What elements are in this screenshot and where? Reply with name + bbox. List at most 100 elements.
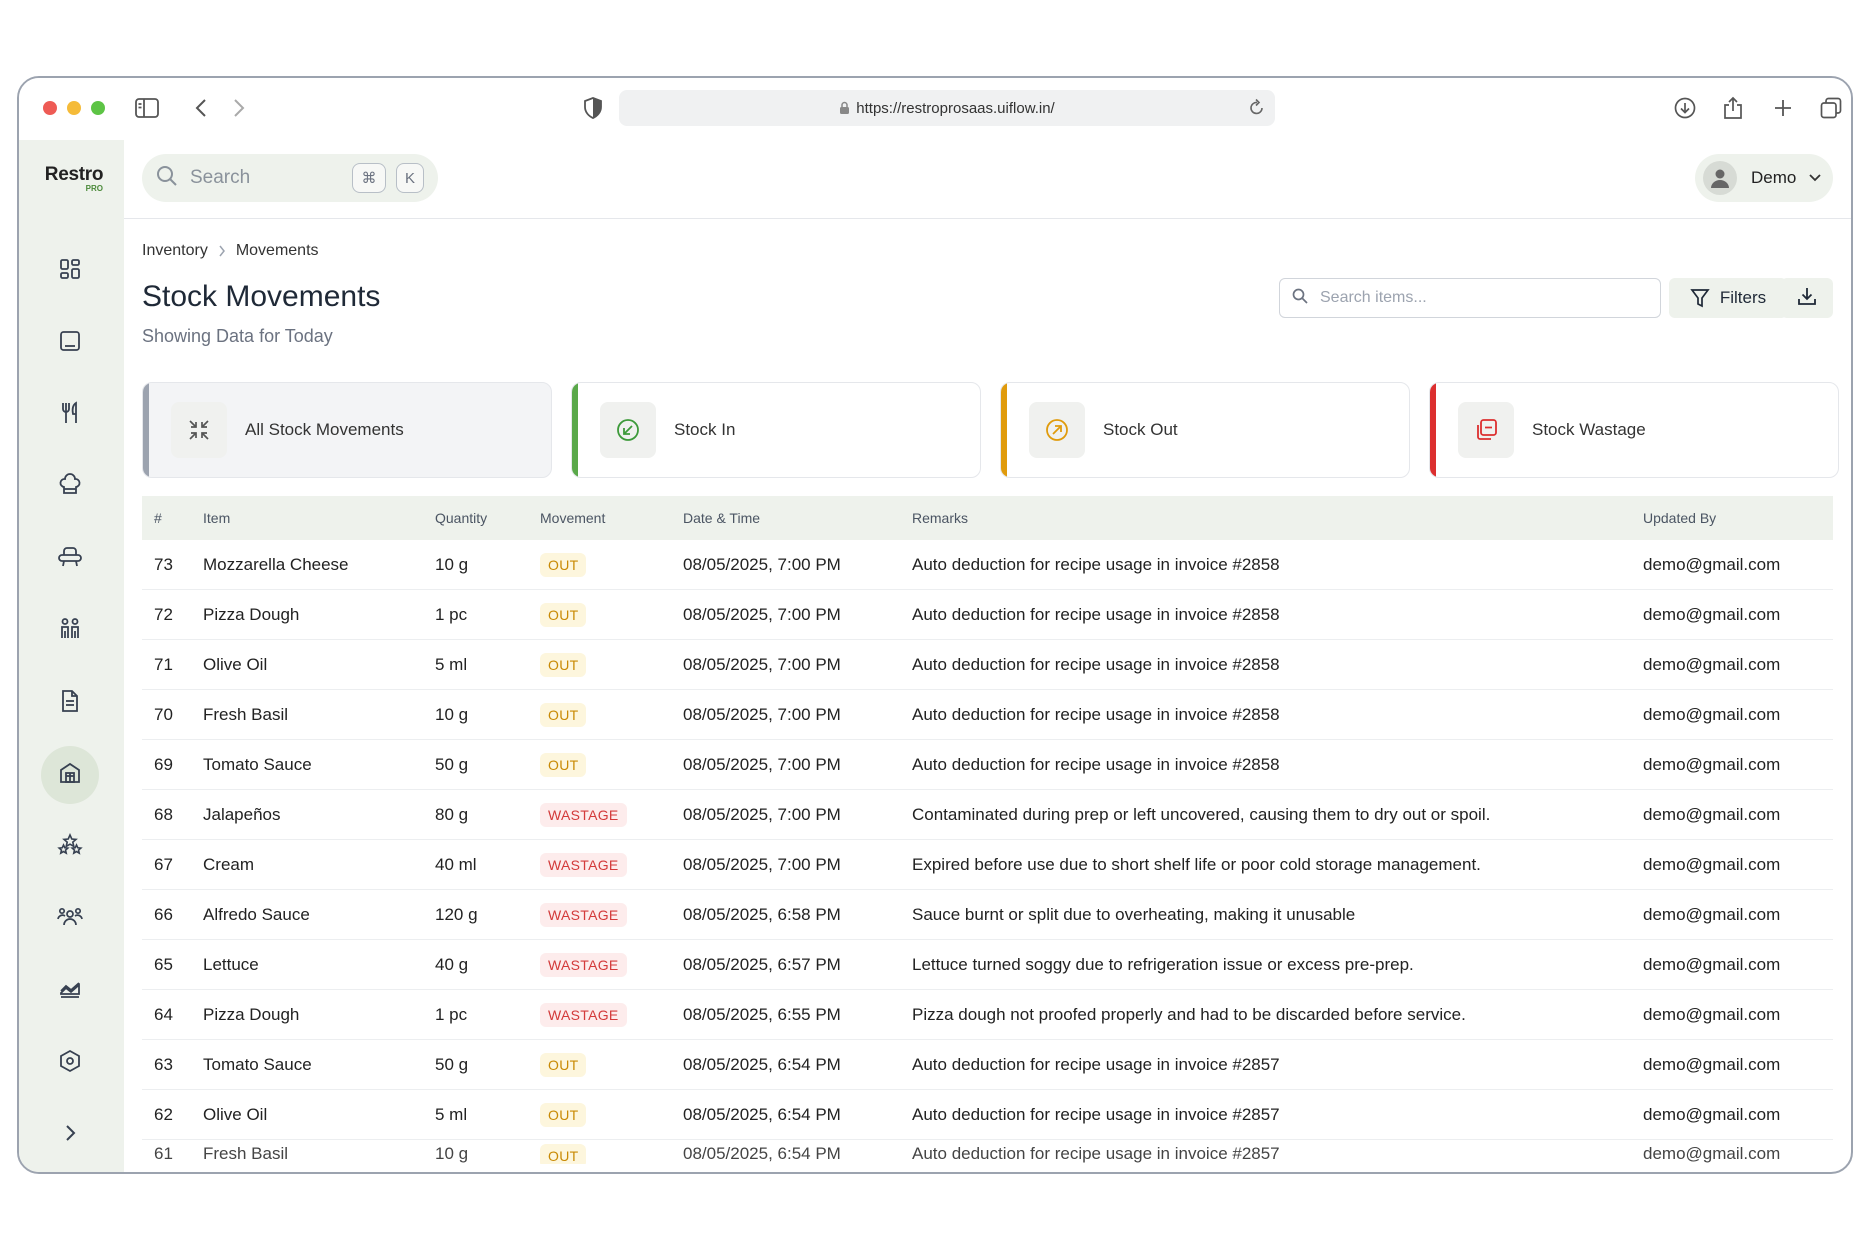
filters-label: Filters (1719, 288, 1767, 307)
wastage-icon (1458, 402, 1514, 458)
table-row[interactable]: 66 Alfredo Sauce 120 g WASTAGE 08/05/202… (142, 890, 1833, 940)
table-row[interactable]: 62 Olive Oil 5 ml OUT 08/05/2025, 6:54 P… (142, 1090, 1833, 1140)
breadcrumb-inventory[interactable]: Inventory (142, 242, 208, 260)
cell-movement: OUT (540, 1144, 683, 1164)
table-row[interactable]: 61 Fresh Basil 10 g OUT 08/05/2025, 6:54… (142, 1140, 1833, 1164)
sidebar-item-pos[interactable] (41, 314, 99, 372)
sidebar-item-dashboard[interactable] (41, 242, 99, 300)
armchair-icon (58, 545, 82, 574)
cell-number: 62 (154, 1104, 173, 1124)
sidebar-toggle-icon[interactable] (133, 94, 161, 122)
cell-quantity: 5 ml (435, 1104, 468, 1124)
card-stock-in[interactable]: Stock In (571, 382, 981, 478)
sidebar-item-staff[interactable] (41, 890, 99, 948)
item-search-input[interactable] (1318, 288, 1642, 308)
cell-updated-by: demo@gmail.com (1643, 1054, 1781, 1074)
cell-item: Olive Oil (203, 1104, 268, 1124)
cell-item: Mozzarella Cheese (203, 554, 349, 574)
url-text: https://restroprosaas.uiflow.in/ (856, 99, 1055, 117)
table-row[interactable]: 72 Pizza Dough 1 pc OUT 08/05/2025, 7:00… (142, 590, 1833, 640)
sidebar-item-inventory[interactable] (41, 746, 99, 804)
cell-movement: OUT (540, 602, 683, 627)
cell-quantity: 40 g (435, 954, 469, 974)
table-row[interactable]: 70 Fresh Basil 10 g OUT 08/05/2025, 7:00… (142, 690, 1833, 740)
share-icon[interactable] (1719, 94, 1747, 122)
table-row[interactable]: 67 Cream 40 ml WASTAGE 08/05/2025, 7:00 … (142, 840, 1833, 890)
minimize-window-button[interactable] (67, 101, 81, 115)
cell-datetime: 08/05/2025, 6:54 PM (683, 1054, 841, 1074)
sidebar-item-reviews[interactable] (41, 818, 99, 876)
column-header-datetime[interactable]: Date & Time (683, 510, 912, 526)
movement-badge: OUT (540, 752, 587, 777)
movement-badge: WASTAGE (540, 802, 627, 827)
people-icon (58, 617, 82, 646)
cell-updated-by: demo@gmail.com (1643, 704, 1781, 724)
page-subtitle: Showing Data for Today (142, 326, 333, 346)
cell-item: Olive Oil (203, 654, 268, 674)
card-all-stock-movements[interactable]: All Stock Movements (142, 382, 552, 478)
download-button[interactable] (1781, 278, 1833, 318)
address-bar[interactable]: https://restroprosaas.uiflow.in/ (619, 90, 1275, 126)
filters-button[interactable]: Filters (1669, 278, 1787, 318)
column-header-number[interactable]: # (142, 510, 203, 526)
privacy-shield-icon[interactable] (579, 94, 607, 122)
new-tab-icon[interactable] (1769, 94, 1797, 122)
cell-quantity: 50 g (435, 1054, 469, 1074)
table-row[interactable]: 68 Jalapeños 80 g WASTAGE 08/05/2025, 7:… (142, 790, 1833, 840)
column-header-remarks[interactable]: Remarks (912, 510, 1643, 526)
sidebar-item-invoices[interactable] (41, 674, 99, 732)
tab-overview-icon[interactable] (1817, 94, 1845, 122)
card-accent-bar (1001, 383, 1007, 477)
cell-movement: WASTAGE (540, 1002, 683, 1027)
fork-knife-icon (58, 400, 82, 430)
app-logo[interactable]: Restro PRO (39, 164, 109, 193)
cell-updated-by: demo@gmail.com (1643, 1104, 1781, 1124)
sidebar-item-kitchen[interactable] (41, 458, 99, 516)
table-row[interactable]: 65 Lettuce 40 g WASTAGE 08/05/2025, 6:57… (142, 940, 1833, 990)
cell-movement: OUT (540, 552, 683, 577)
dashboard-icon (58, 257, 82, 286)
back-icon[interactable] (187, 94, 215, 122)
table-row[interactable]: 69 Tomato Sauce 50 g OUT 08/05/2025, 7:0… (142, 740, 1833, 790)
close-window-button[interactable] (43, 101, 57, 115)
card-label: Stock Wastage (1532, 420, 1646, 439)
reload-icon[interactable] (1249, 98, 1265, 120)
cell-item: Tomato Sauce (203, 1054, 312, 1074)
sidebar-item-menu[interactable] (41, 386, 99, 444)
table-header: # Item Quantity Movement Date & Time Rem… (142, 496, 1833, 540)
cell-item: Lettuce (203, 954, 259, 974)
sidebar-item-tables[interactable] (41, 530, 99, 588)
table-row[interactable]: 71 Olive Oil 5 ml OUT 08/05/2025, 7:00 P… (142, 640, 1833, 690)
movement-badge: WASTAGE (540, 952, 627, 977)
movement-badge: WASTAGE (540, 1002, 627, 1027)
cell-remarks: Lettuce turned soggy due to refrigeratio… (912, 954, 1414, 974)
lock-icon (839, 101, 850, 115)
cell-remarks: Sauce burnt or split due to overheating,… (912, 904, 1356, 924)
item-search[interactable] (1279, 278, 1661, 318)
sidebar-item-customers[interactable] (41, 602, 99, 660)
table-row[interactable]: 73 Mozzarella Cheese 10 g OUT 08/05/2025… (142, 540, 1833, 590)
sidebar-item-reports[interactable] (41, 962, 99, 1020)
cell-item: Fresh Basil (203, 1144, 289, 1163)
main-content: Inventory Movements Stock Movements Show… (124, 140, 1851, 1172)
arrow-in-circle-icon (600, 402, 656, 458)
card-accent-bar (572, 383, 578, 477)
chevron-right-icon (63, 1123, 77, 1148)
movement-badge: OUT (540, 1102, 587, 1127)
column-header-updated-by[interactable]: Updated By (1643, 510, 1833, 526)
table-row[interactable]: 64 Pizza Dough 1 pc WASTAGE 08/05/2025, … (142, 990, 1833, 1040)
table-row[interactable]: 63 Tomato Sauce 50 g OUT 08/05/2025, 6:5… (142, 1040, 1833, 1090)
cell-quantity: 10 g (435, 1144, 469, 1163)
card-stock-out[interactable]: Stock Out (1000, 382, 1410, 478)
column-header-quantity[interactable]: Quantity (435, 510, 540, 526)
column-header-movement[interactable]: Movement (540, 510, 683, 526)
sidebar-expand-button[interactable] (41, 1106, 99, 1164)
cell-quantity: 120 g (435, 904, 478, 924)
cell-quantity: 10 g (435, 554, 469, 574)
forward-icon[interactable] (225, 94, 253, 122)
column-header-item[interactable]: Item (203, 510, 435, 526)
card-stock-wastage[interactable]: Stock Wastage (1429, 382, 1839, 478)
sidebar-item-settings[interactable] (41, 1034, 99, 1092)
downloads-icon[interactable] (1671, 94, 1699, 122)
maximize-window-button[interactable] (91, 101, 105, 115)
